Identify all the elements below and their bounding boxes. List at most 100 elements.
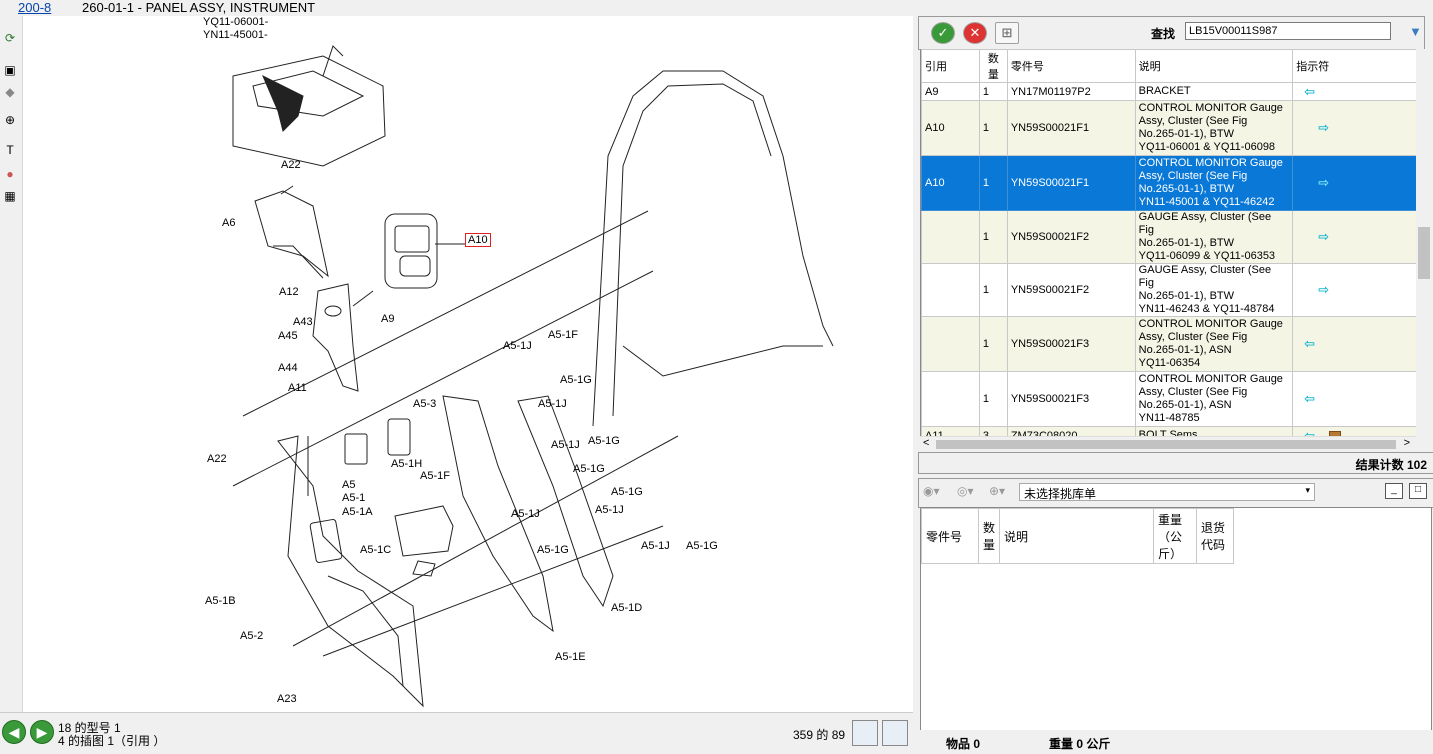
callout[interactable]: A5-1G (686, 540, 718, 552)
callout[interactable]: A5-1C (360, 544, 391, 556)
right-arrow-icon[interactable]: ⇨ (1318, 175, 1329, 190)
indicator-cell: ⇦ (1292, 371, 1417, 427)
part-number-cell: YN59S00021F3 (1006, 316, 1136, 372)
table-row[interactable]: A11 3 ZM73C08020 BOLT Sems ⇦ (921, 426, 1417, 437)
callout-highlighted[interactable]: A10 (465, 233, 491, 247)
clock-icon[interactable]: ◎▾ (957, 484, 974, 498)
picklist-icon[interactable]: ◉▾ (923, 484, 940, 498)
callout[interactable]: A5-1F (548, 329, 578, 341)
column-header[interactable]: 重量（公斤） (1153, 508, 1198, 564)
callout[interactable]: A5-3 (413, 398, 436, 410)
table-row[interactable]: 1 YN59S00021F2 GAUGE Assy, Cluster (See Fi… (921, 263, 1417, 317)
column-header[interactable]: 说明 (999, 508, 1155, 564)
description-cell: CONTROL MONITOR Gauge Assy, Cluster (See … (1134, 100, 1294, 156)
column-header[interactable]: 零件号 (921, 508, 979, 564)
indicator-cell: ⇨ (1292, 100, 1417, 156)
callout[interactable]: A11 (288, 382, 307, 394)
callout[interactable]: A22 (281, 159, 301, 171)
picklist-select[interactable]: 未选择挑库单 ▾ (1019, 483, 1315, 501)
callout[interactable]: A5-1J (538, 398, 567, 410)
callout[interactable]: A12 (279, 286, 299, 298)
callout[interactable]: A5-1B (205, 595, 236, 607)
table-row[interactable]: 1 YN59S00021F2 GAUGE Assy, Cluster (See Fi… (921, 210, 1417, 264)
cancel-icon[interactable]: ✕ (963, 22, 987, 44)
callout[interactable]: A45 (278, 330, 298, 342)
parent-link[interactable]: 200-8 (18, 0, 51, 15)
description-line: BRACKET (1138, 85, 1191, 97)
left-arrow-icon[interactable]: ⇦ (1304, 428, 1315, 437)
prev-arrow-icon[interactable]: ◀ (2, 720, 26, 744)
cart-icon[interactable]: ⊞ (995, 22, 1019, 44)
description-line: Assy, Cluster (See Fig (1138, 331, 1248, 343)
table-row[interactable]: A9 1 YN17M01197P2 BRACKET ⇦ (921, 82, 1417, 101)
right-arrow-icon[interactable]: ⇨ (1318, 229, 1329, 244)
part-number-cell: YN17M01197P2 (1006, 82, 1136, 101)
column-header[interactable]: 说明 (1134, 49, 1294, 83)
callout[interactable]: A5-1A (342, 506, 373, 518)
illustration-area[interactable]: YQ11-06001- YN11-45001- A22 A6 A10 A12 A… (23, 16, 913, 712)
callout[interactable]: A43 (293, 316, 313, 328)
maximize-icon[interactable]: □ (1409, 483, 1427, 499)
callout[interactable]: A5-1G (573, 463, 605, 475)
description-line: Assy, Cluster (See Fig (1138, 386, 1248, 398)
zoom-icon[interactable]: ⊕ (2, 112, 18, 128)
add-icon[interactable]: ⊕▾ (989, 484, 1005, 498)
callout[interactable]: A5-2 (240, 630, 263, 642)
callout[interactable]: A5-1G (611, 486, 643, 498)
callout[interactable]: A22 (207, 453, 227, 465)
table-row[interactable]: A10 1 YN59S00021F1 CONTROL MONITOR Gauge Ass… (921, 155, 1417, 211)
callout[interactable]: A9 (381, 313, 394, 325)
refresh-icon[interactable]: ⟳ (2, 30, 18, 46)
callout[interactable]: A5-1G (588, 435, 620, 447)
confirm-icon[interactable]: ✓ (931, 22, 955, 44)
callout[interactable]: A5 (342, 479, 355, 491)
color-icon[interactable]: ● (2, 166, 18, 182)
table-row[interactable]: 1 YN59S00021F3 CONTROL MONITOR Gauge Assy, … (921, 371, 1417, 427)
left-arrow-icon[interactable]: ⇦ (1304, 336, 1315, 351)
table-row[interactable]: A10 1 YN59S00021F1 CONTROL MONITOR Gauge Ass… (921, 100, 1417, 156)
right-arrow-icon[interactable]: ⇨ (1318, 282, 1329, 297)
qty-cell: 1 (978, 82, 1008, 101)
next-arrow-icon[interactable]: ▶ (30, 720, 54, 744)
callout[interactable]: A5-1F (420, 470, 450, 482)
page-title: 260-01-1 - PANEL ASSY, INSTRUMENT (82, 0, 316, 15)
left-arrow-icon[interactable]: ⇦ (1304, 84, 1315, 99)
left-arrow-icon[interactable]: ⇦ (1304, 391, 1315, 406)
table-row[interactable]: 1 YN59S00021F3 CONTROL MONITOR Gauge Assy, … (921, 316, 1417, 372)
search-input[interactable] (1185, 22, 1391, 40)
column-header[interactable]: 退货代码 (1196, 508, 1235, 564)
description-line: No.265-01-1), ASN (1138, 399, 1232, 411)
callout[interactable]: A5-1J (503, 340, 532, 352)
callout[interactable]: A5-1J (551, 439, 580, 451)
prev-page-icon[interactable] (852, 720, 878, 746)
column-header[interactable]: 零件号 (1006, 49, 1136, 83)
minimize-icon[interactable]: _ (1385, 483, 1403, 499)
qty-cell: 1 (978, 100, 1008, 156)
callout[interactable]: A44 (278, 362, 298, 374)
next-page-icon[interactable] (882, 720, 908, 746)
text-icon[interactable]: T (2, 142, 18, 158)
callout[interactable]: A5-1J (641, 540, 670, 552)
column-header[interactable]: 引用 (921, 49, 980, 83)
save-icon[interactable]: ▣ (2, 62, 18, 78)
callout[interactable]: A5-1J (511, 508, 540, 520)
print-icon[interactable]: ◆ (2, 84, 18, 100)
right-arrow-icon[interactable]: ⇨ (1318, 120, 1329, 135)
callout[interactable]: A5-1G (560, 374, 592, 386)
callout[interactable]: A5-1 (342, 492, 365, 504)
vertical-scrollbar[interactable] (1416, 49, 1432, 436)
callout[interactable]: A5-1G (537, 544, 569, 556)
callout[interactable]: A5-1E (555, 651, 586, 663)
callout[interactable]: A5-1J (595, 504, 624, 516)
column-header[interactable]: 数量 (977, 508, 1001, 564)
callout[interactable]: A5-1D (611, 602, 642, 614)
search-label: 查找 (1151, 27, 1176, 41)
callout[interactable]: A6 (222, 217, 235, 229)
horizontal-scrollbar[interactable]: < > (920, 436, 1416, 453)
column-header[interactable]: 数量 (978, 49, 1008, 83)
grid-icon[interactable]: ▦ (2, 188, 18, 204)
callout[interactable]: A5-1H (391, 458, 422, 470)
callout[interactable]: A23 (277, 693, 297, 705)
filter-icon[interactable]: ▼ (1409, 24, 1422, 39)
column-header[interactable]: 指示符 (1292, 49, 1417, 83)
